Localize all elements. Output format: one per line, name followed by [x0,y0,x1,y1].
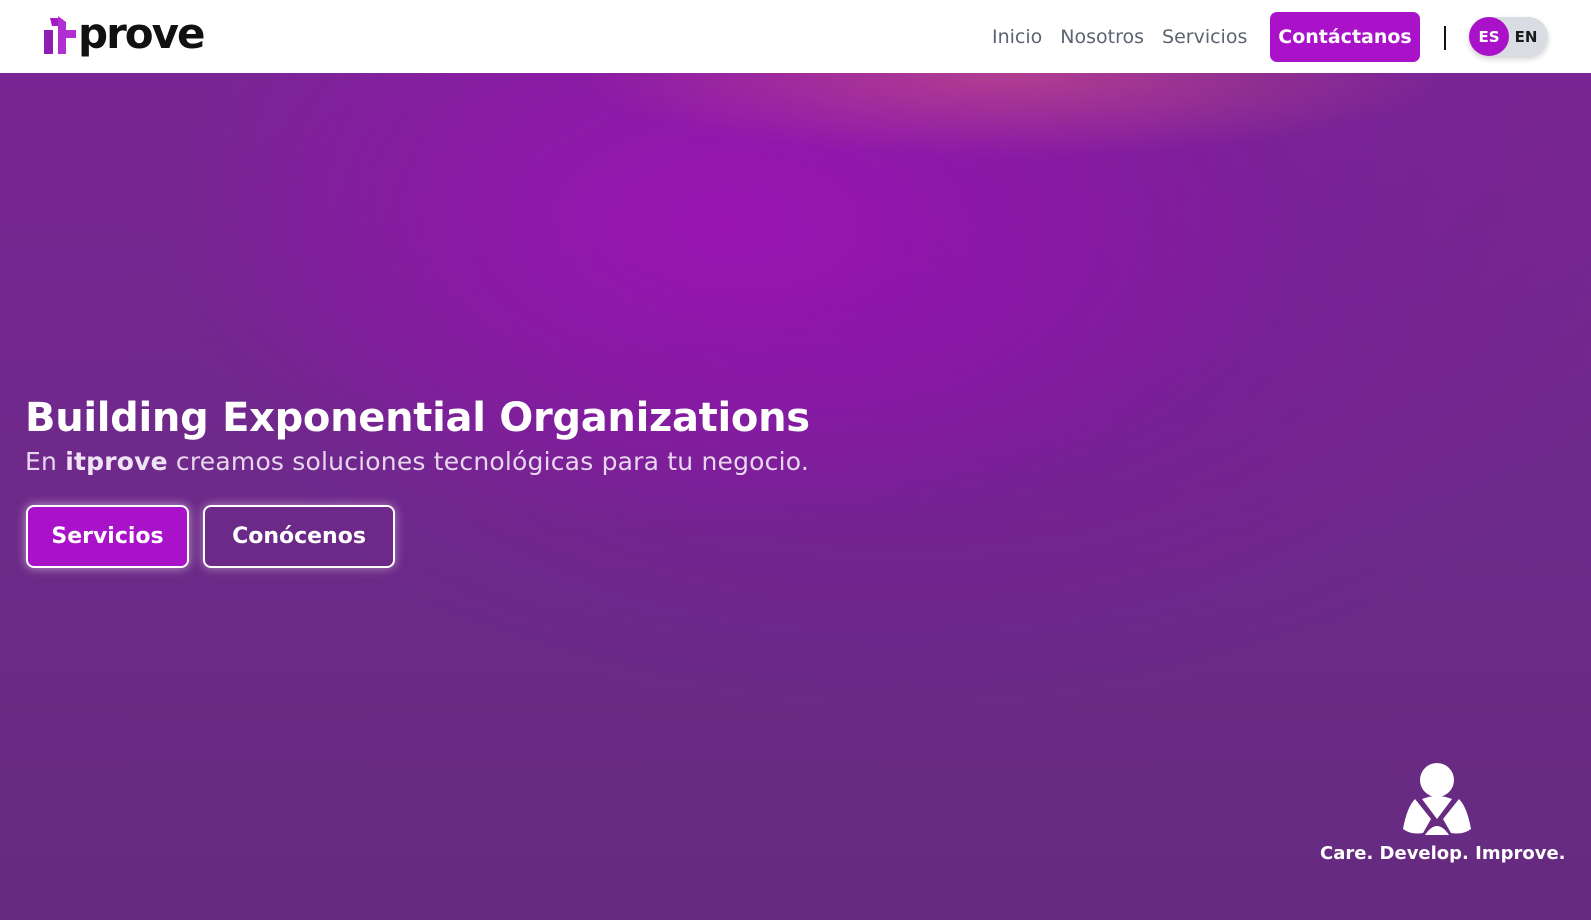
nav-link-inicio[interactable]: Inicio [992,26,1042,48]
language-es-option[interactable]: ES [1469,17,1509,56]
hero-section: Building Exponential Organizations En it… [0,73,1591,920]
hero-title: Building Exponential Organizations [25,395,810,441]
language-toggle[interactable]: ES EN [1469,17,1548,56]
hero-subtitle-suffix: creamos soluciones tecnológicas para tu … [167,447,809,476]
logo-wordmark: prove [78,9,205,58]
services-button[interactable]: Servicios [26,505,189,568]
main-nav: Inicio Nosotros Servicios [992,0,1265,73]
hero-subtitle: En itprove creamos soluciones tecnológic… [25,447,809,476]
nav-divider [1444,26,1446,50]
logo-mark-icon [42,16,78,56]
people-group-icon [1401,763,1473,835]
hero-subtitle-prefix: En [25,447,66,476]
about-us-button[interactable]: Conócenos [203,505,395,568]
hero-subtitle-brand: itprove [65,447,168,476]
nav-link-servicios[interactable]: Servicios [1162,26,1247,48]
nav-link-nosotros[interactable]: Nosotros [1060,26,1144,48]
site-header: prove Inicio Nosotros Servicios Contácta… [0,0,1591,73]
tagline-text: Care. Develop. Improve. [1320,843,1566,864]
tagline-badge: Care. Develop. Improve. [1320,763,1566,873]
language-en-option[interactable]: EN [1509,17,1543,56]
contact-button[interactable]: Contáctanos [1270,12,1420,62]
itprove-logo[interactable]: prove [42,9,205,62]
